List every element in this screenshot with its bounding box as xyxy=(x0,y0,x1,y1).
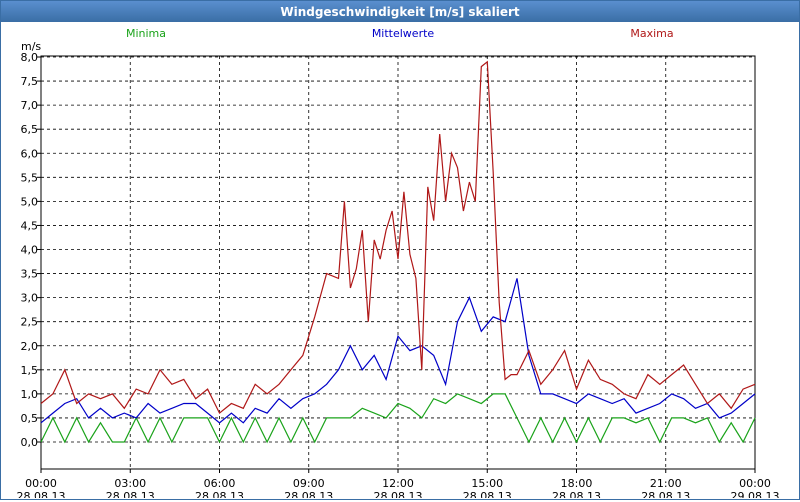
x-tick-date: 28.08.13 xyxy=(106,490,155,498)
legend-maxima: Maxima xyxy=(630,27,673,40)
wind-speed-chart: 0,0 0,5 1,0 1,5 2,0 2,5 3,0 3,5 4,0 4,5 5,0 5,5 6,0 6… xyxy=(17,27,780,502)
y-tick-label: 7,0 xyxy=(21,99,39,112)
y-tick-label: 0,5 xyxy=(21,412,39,425)
grid xyxy=(41,56,755,469)
x-tick-date: 28.08.13 xyxy=(284,490,333,498)
x-tick-date: 28.08.13 xyxy=(463,490,512,498)
y-tick-label: 5,5 xyxy=(21,171,39,184)
x-tick-time: 03:00 xyxy=(114,477,146,490)
legend-mittelwerte: Mittelwerte xyxy=(372,27,435,40)
chart-window: Windgeschwindigkeit [m/s] skaliert 0,0 0,… xyxy=(0,0,800,502)
y-tick-label: 2,0 xyxy=(21,340,39,353)
y-tick-label: 3,5 xyxy=(21,268,39,281)
y-axis-label: m/s xyxy=(21,40,41,53)
x-tick-time: 06:00 xyxy=(204,477,236,490)
y-tick-label: 6,5 xyxy=(21,123,39,136)
y-tick-label: 4,0 xyxy=(21,244,39,257)
y-tick-label: 0,0 xyxy=(21,436,39,449)
x-tick-time: 12:00 xyxy=(382,477,414,490)
y-tick-label: 2,5 xyxy=(21,316,39,329)
y-tick-label: 1,0 xyxy=(21,388,39,401)
y-tick-label: 1,5 xyxy=(21,364,39,377)
x-tick-time: 09:00 xyxy=(293,477,325,490)
x-tick-time: 21:00 xyxy=(650,477,682,490)
y-tick-label: 6,0 xyxy=(21,147,39,160)
legend-minima: Minima xyxy=(126,27,166,40)
legend: Minima Mittelwerte Maxima xyxy=(126,27,674,40)
y-tick-label: 4,5 xyxy=(21,219,39,232)
x-axis: 00:0028.08.1303:0028.08.1306:0028.08.130… xyxy=(17,469,780,502)
y-axis: 0,0 0,5 1,0 1,5 2,0 2,5 3,0 3,5 4,0 4,5 5,0 5,5 6,0 6… xyxy=(21,51,41,449)
x-tick-time: 18:00 xyxy=(561,477,593,490)
x-tick-date: 28.08.13 xyxy=(17,490,66,498)
y-tick-label: 7,5 xyxy=(21,75,39,88)
y-tick-label: 5,0 xyxy=(21,195,39,208)
x-tick-date: 28.08.13 xyxy=(195,490,244,498)
y-tick-label: 3,0 xyxy=(21,292,39,305)
x-tick-date: 28.08.13 xyxy=(641,490,690,498)
x-tick-date: 29.08.13 xyxy=(731,490,780,498)
x-tick-time: 00:00 xyxy=(25,477,57,490)
x-tick-date: 28.08.13 xyxy=(374,490,423,498)
x-tick-time: 00:00 xyxy=(739,477,771,490)
x-tick-date: 28.08.13 xyxy=(552,490,601,498)
x-tick-time: 15:00 xyxy=(471,477,503,490)
window-title: Windgeschwindigkeit [m/s] skaliert xyxy=(1,1,799,22)
